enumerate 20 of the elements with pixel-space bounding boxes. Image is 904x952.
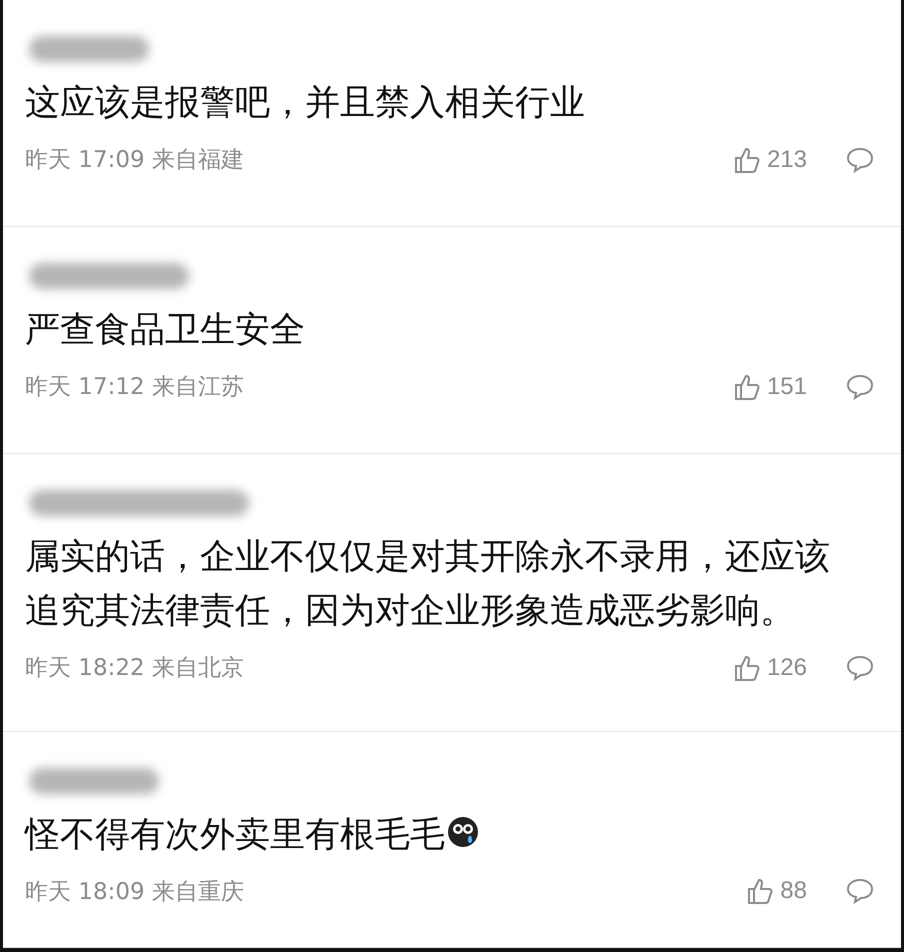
comment-icon[interactable] [845,877,875,906]
comment-icon[interactable] [845,146,875,174]
thumbs-up-icon[interactable] [732,372,761,401]
like-count: 151 [766,372,807,401]
comment-icon[interactable] [845,372,875,401]
like-count: 213 [766,146,807,174]
like-count: 126 [766,654,807,682]
thumbs-up-icon[interactable] [732,146,761,174]
comment-text: 属实的话，企业不仅仅是对其开除永不录用，还应该追究其法律责任，因为对企业形象造成恶劣影响。 [25,536,831,634]
comment-text: 严查食品卫生安全 [25,309,306,352]
comment-meta: 昨天 17:12 来自江苏 [25,373,245,402]
thumbs-up-icon[interactable] [746,877,774,906]
like-count: 88 [780,877,807,906]
comment-icon[interactable] [845,654,875,682]
comment-meta: 昨天 18:09 来自重庆 [25,878,245,907]
comment-meta: 昨天 18:22 来自北京 [25,654,245,684]
comment-meta: 昨天 17:09 来自福建 [25,146,245,175]
comment-text: 这应该是报警吧，并且禁入相关行业 [25,82,586,125]
thumbs-up-icon[interactable] [732,654,761,682]
comment-text: 怪不得有次外卖里有根毛毛 [25,808,855,862]
